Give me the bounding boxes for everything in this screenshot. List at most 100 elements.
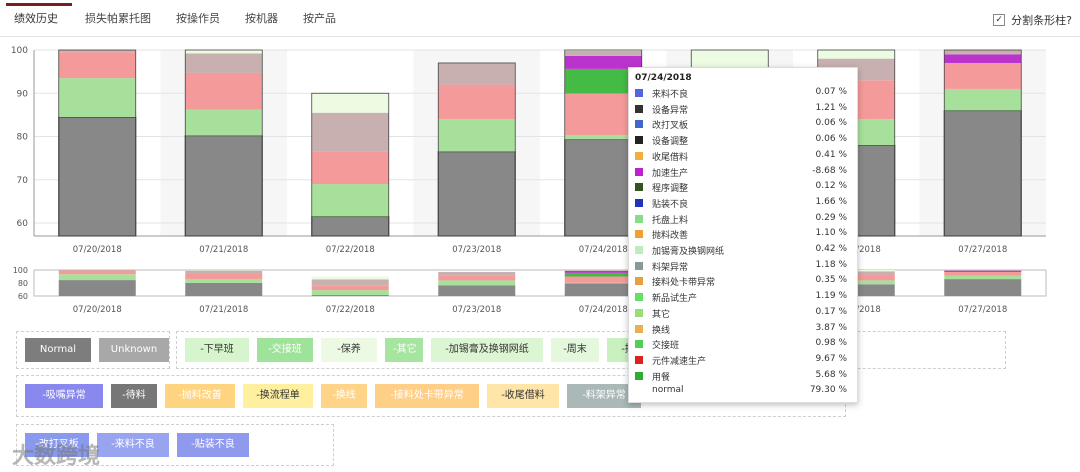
tooltip-swatch [635,340,643,349]
bar-segment[interactable] [944,62,1022,89]
bar-segment[interactable] [438,62,516,85]
mini-y-tick-label: 100 [13,266,28,275]
tooltip-row: 抛料改善 1.10 % [635,227,853,241]
bar-segment[interactable] [691,50,769,68]
bar-segment[interactable] [58,52,136,79]
tooltip-label: 抛料改善 [652,231,689,242]
bar-segment[interactable] [185,109,263,136]
legend-toggle-button[interactable]: -换流程单 [243,384,313,408]
tooltip-value: 0.12 % [815,181,847,192]
legend-toggle-button[interactable]: Unknown [99,338,169,362]
tooltip-swatch [635,89,643,97]
tab-by-machine[interactable]: 按机器 [245,10,278,26]
legend-toggle-button[interactable]: -接料处卡带异常 [375,384,479,408]
legend-toggle-button[interactable]: -换线 [321,384,367,408]
split-bars-checkbox[interactable]: ✓ [993,14,1006,26]
legend-toggle-button[interactable]: -吸嘴异常 [25,384,103,408]
bar-segment[interactable] [437,151,516,237]
mini-bar-segment [58,270,136,275]
tooltip-row: 接料处卡带异常 0.35 % [635,274,853,288]
legend-toggle-button[interactable]: -待料 [111,384,157,408]
tooltip-swatch [635,293,643,302]
tooltip-value: 3.87 % [815,322,847,333]
split-bars-label: 分割条形柱? [1011,14,1072,27]
tooltip-value: 0.98 % [815,338,847,349]
x-tick-label: 07/24/2018 [579,245,628,255]
bar-segment[interactable] [311,216,390,237]
bar-segment[interactable] [944,88,1022,111]
bar-segment[interactable] [564,50,642,56]
tooltip-row: 换线 3.87 % [635,322,853,336]
bar-segment[interactable] [944,54,1022,63]
chart-tooltip: 07/24/2018 来料不良 0.07 % 设备异常 1.21 % 改打叉板 0.06 … [628,67,858,403]
legend-toggle-button[interactable]: -贴装不良 [177,433,249,457]
tooltip-label: 料架异常 [652,262,689,273]
legend-toggle-button[interactable]: -收尾借料 [487,384,559,408]
tooltip-label: 接料处卡带异常 [652,278,716,289]
bar-segment[interactable] [58,78,136,118]
legend-toggle-button[interactable]: -交接班 [257,338,313,362]
legend-toggle-button[interactable]: -抛料改善 [165,384,235,408]
tooltip-row: 交接班 0.98 % [635,337,853,351]
tooltip-label: 收尾借料 [652,152,689,163]
active-tab-indicator [6,3,72,6]
bar-segment[interactable] [438,119,516,152]
tooltip-value: 79.30 % [809,385,847,396]
tooltip-label: 设备异常 [652,105,689,116]
mini-x-tick-label: 07/23/2018 [452,305,501,315]
legend-toggle-button[interactable]: -下早班 [185,338,249,362]
bar-segment[interactable] [311,93,389,113]
tooltip-value: 1.18 % [815,259,847,270]
bar-segment[interactable] [185,72,263,110]
bar-segment[interactable] [58,116,137,237]
tooltip-value: 0.29 % [815,212,847,223]
mini-bar-segment [438,285,516,296]
mini-bar-segment [944,279,1022,296]
mini-bar-segment [944,270,1022,271]
tooltip-row: 收尾借料 0.41 % [635,149,853,163]
tooltip-value: 0.35 % [815,275,847,286]
bar-segment[interactable] [311,184,389,217]
tooltip-value: 0.42 % [815,244,847,254]
tooltip-value: 1.66 % [815,196,847,207]
mini-x-tick-label: 07/27/2018 [958,305,1007,315]
tooltip-swatch [635,167,643,176]
bar-segment[interactable] [184,135,263,237]
y-tick-label: 70 [17,176,29,186]
bar-segment[interactable] [438,84,516,120]
bar-segment[interactable] [311,112,389,152]
bar-segment[interactable] [311,151,389,185]
tab-loss-pareto[interactable]: 损失帕累托图 [85,10,151,26]
legend-toggle-button[interactable]: -来料不良 [97,433,169,457]
tooltip-label: 用餐 [652,372,671,383]
tooltip-row: 新品试生产 1.19 % [635,290,853,304]
bar-segment[interactable] [944,50,1022,55]
tooltip-label: 程序调整 [652,184,689,195]
legend-toggle-button[interactable]: -保养 [321,338,377,362]
tab-by-operator[interactable]: 按操作员 [176,10,220,26]
main-stacked-bar-chart: 60 70 80 90 100 07/20/2018 07/21/2018 07/22/201… [11,46,1046,255]
split-bars-toggle[interactable]: ✓ 分割条形柱? [993,12,1072,28]
legend-toggle-button[interactable]: -其它 [385,338,423,362]
bar-segment[interactable] [943,110,1022,237]
mini-bar-segment [185,270,263,271]
bar-segment[interactable] [817,50,895,59]
tooltip-row: 其它 0.17 % [635,306,853,320]
bar-segment[interactable] [185,50,263,54]
mini-bar-segment [944,275,1022,280]
bar-segment[interactable] [185,53,263,73]
legend-toggle-button[interactable]: -周末 [551,338,599,362]
y-tick-label: 80 [17,133,29,143]
tooltip-label: 元件减速生产 [652,356,707,367]
legend-toggle-button[interactable]: -加锡膏及换钢网纸 [431,338,543,362]
tooltip-value: 1.21 % [815,102,847,113]
tooltip-row: 设备异常 1.21 % [635,102,853,116]
tooltip-label: 设备调整 [652,137,689,148]
mini-bar-segment [58,280,136,296]
tab-by-product[interactable]: 按产品 [303,10,336,26]
tooltip-row: 加锡膏及换钢网纸 0.42 % [635,243,853,257]
mini-bar-segment [311,279,389,286]
tab-performance-history[interactable]: 绩效历史 [14,10,58,26]
tooltip-label: 其它 [652,309,671,320]
legend-toggle-button[interactable]: Normal [25,338,91,362]
